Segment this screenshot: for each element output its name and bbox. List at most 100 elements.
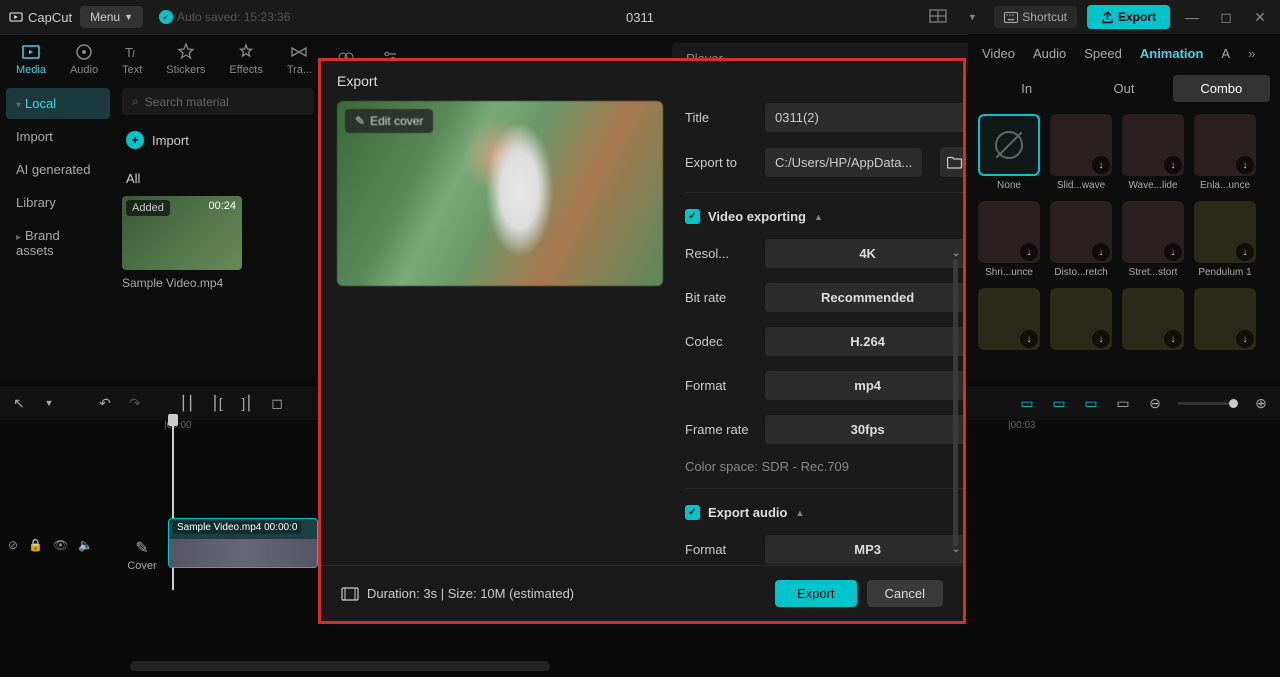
audio-format-select[interactable]: MP3⌄ [765, 535, 963, 564]
sidebar-item-ai[interactable]: AI generated [6, 154, 110, 185]
tl-icon-3[interactable]: ▭ [1082, 395, 1100, 412]
eye-icon[interactable]: 👁 [53, 538, 68, 552]
anim-item[interactable]: ↓ [978, 201, 1040, 263]
anim-item[interactable]: ↓ [1194, 288, 1256, 350]
tab-audio[interactable]: Audio [1033, 46, 1066, 61]
tab-more[interactable]: A [1221, 46, 1230, 61]
all-filter[interactable]: All [122, 167, 314, 190]
tab-animation[interactable]: Animation [1140, 46, 1204, 61]
sidebar-item-brand[interactable]: ▸Brand assets [6, 220, 110, 266]
export-confirm-button[interactable]: Export [775, 580, 857, 607]
subtab-combo[interactable]: Combo [1173, 75, 1270, 102]
download-icon[interactable]: ↓ [1236, 156, 1254, 174]
anim-item[interactable]: ↓ [1122, 201, 1184, 263]
browse-folder-button[interactable] [940, 147, 963, 177]
checkbox-icon[interactable]: ✓ [685, 505, 700, 520]
timeline-clip[interactable]: Sample Video.mp4 00:00:0 [168, 518, 318, 568]
maximize-button[interactable]: ◻ [1214, 9, 1238, 26]
zoom-in[interactable]: ⊕ [1252, 395, 1270, 412]
anim-item[interactable]: ↓ [1050, 288, 1112, 350]
zoom-out[interactable]: ⊖ [1146, 395, 1164, 412]
close-button[interactable]: ✕ [1248, 9, 1272, 26]
speaker-icon[interactable]: 🔈 [78, 538, 93, 552]
stickers-tool[interactable]: Stickers [154, 38, 217, 80]
anim-item[interactable]: ↓ [1122, 114, 1184, 176]
resolution-select[interactable]: 4K⌄ [765, 239, 963, 268]
menu-button[interactable]: Menu▼ [80, 6, 143, 28]
split-tool[interactable]: ⎮⎮ [178, 395, 196, 412]
more-icon[interactable]: » [1248, 46, 1255, 61]
download-icon[interactable]: ↓ [1092, 243, 1110, 261]
text-tool[interactable]: TIText [110, 38, 154, 80]
layout-icon[interactable] [926, 9, 950, 26]
download-icon[interactable]: ↓ [1092, 156, 1110, 174]
download-icon[interactable]: ↓ [1164, 330, 1182, 348]
scrollbar[interactable] [130, 661, 550, 671]
cancel-button[interactable]: Cancel [867, 580, 943, 607]
resolution-label: Resol... [685, 246, 753, 261]
audio-tool[interactable]: Audio [58, 38, 110, 80]
tl-icon-1[interactable]: ▭ [1018, 395, 1036, 412]
lock-icon[interactable]: ⊘ [8, 538, 18, 552]
audio-export-section[interactable]: ✓Export audio▲ [685, 505, 963, 520]
download-icon[interactable]: ↓ [1236, 330, 1254, 348]
scrollbar[interactable] [953, 259, 958, 547]
pointer-tool[interactable]: ↖ [10, 395, 28, 412]
framerate-select[interactable]: 30fps⌄ [765, 415, 963, 444]
tl-icon-2[interactable]: ▭ [1050, 395, 1068, 412]
zoom-slider[interactable] [1178, 402, 1238, 405]
export-button-top[interactable]: Export [1087, 5, 1170, 29]
tab-video[interactable]: Video [982, 46, 1015, 61]
format-select[interactable]: mp4⌄ [765, 371, 963, 400]
chevron-down-icon[interactable]: ▼ [40, 398, 58, 408]
effects-tool[interactable]: Effects [217, 38, 274, 80]
anim-item[interactable]: ↓ [1122, 288, 1184, 350]
transitions-tool[interactable]: Tra... [275, 38, 324, 80]
sidebar-item-import[interactable]: Import [6, 121, 110, 152]
anim-item[interactable]: ↓ [1050, 201, 1112, 263]
trim-left-tool[interactable]: ⎮[ [208, 395, 226, 412]
edit-cover-button[interactable]: ✎Edit cover [345, 109, 433, 133]
anim-item[interactable]: ↓ [978, 288, 1040, 350]
undo-button[interactable]: ↶ [96, 395, 114, 412]
sidebar-item-local[interactable]: ▾Local [6, 88, 110, 119]
tab-speed[interactable]: Speed [1084, 46, 1122, 61]
media-tool[interactable]: Media [4, 38, 58, 80]
bitrate-select[interactable]: Recommended⌄ [765, 283, 963, 312]
download-icon[interactable]: ↓ [1092, 330, 1110, 348]
search-input[interactable]: ⌕Search material [122, 88, 314, 115]
chevron-down-icon: ⌄ [952, 248, 960, 259]
download-icon[interactable]: ↓ [1236, 243, 1254, 261]
video-export-section[interactable]: ✓Video exporting▲ [685, 209, 963, 224]
download-icon[interactable]: ↓ [1020, 330, 1038, 348]
download-icon[interactable]: ↓ [1164, 243, 1182, 261]
minimize-button[interactable]: — [1180, 9, 1204, 25]
exportto-input[interactable]: C:/Users/HP/AppData... [765, 148, 922, 177]
download-icon[interactable]: ↓ [1020, 243, 1038, 261]
anim-item[interactable]: ↓ [1050, 114, 1112, 176]
codec-select[interactable]: H.264⌄ [765, 327, 963, 356]
sidebar-item-library[interactable]: Library [6, 187, 110, 218]
shortcut-button[interactable]: Shortcut [994, 6, 1077, 28]
cover-button[interactable]: ✎Cover [120, 538, 164, 572]
lock-icon[interactable]: 🔒 [28, 538, 43, 552]
download-icon[interactable]: ↓ [1164, 156, 1182, 174]
playhead[interactable] [168, 414, 178, 426]
media-clip[interactable]: Added00:24 Sample Video.mp4 [122, 196, 242, 290]
import-button[interactable]: +Import [122, 125, 314, 155]
project-title: 0311 [626, 10, 654, 25]
film-icon [341, 587, 359, 601]
subtab-in[interactable]: In [978, 75, 1075, 102]
redo-button[interactable]: ↷ [126, 395, 144, 412]
anim-item[interactable]: ↓ [1194, 114, 1256, 176]
checkbox-icon[interactable]: ✓ [685, 209, 700, 224]
trim-right-tool[interactable]: ]⎮ [238, 395, 256, 412]
title-input[interactable]: 0311(2) [765, 103, 963, 132]
anim-none[interactable] [978, 114, 1040, 176]
tl-icon-4[interactable]: ▭ [1114, 395, 1132, 412]
anim-item[interactable]: ↓ [1194, 201, 1256, 263]
format-label: Format [685, 378, 753, 393]
subtab-out[interactable]: Out [1075, 75, 1172, 102]
crop-tool[interactable]: ◻ [268, 395, 286, 412]
chevron-down-icon[interactable]: ▼ [960, 12, 984, 22]
